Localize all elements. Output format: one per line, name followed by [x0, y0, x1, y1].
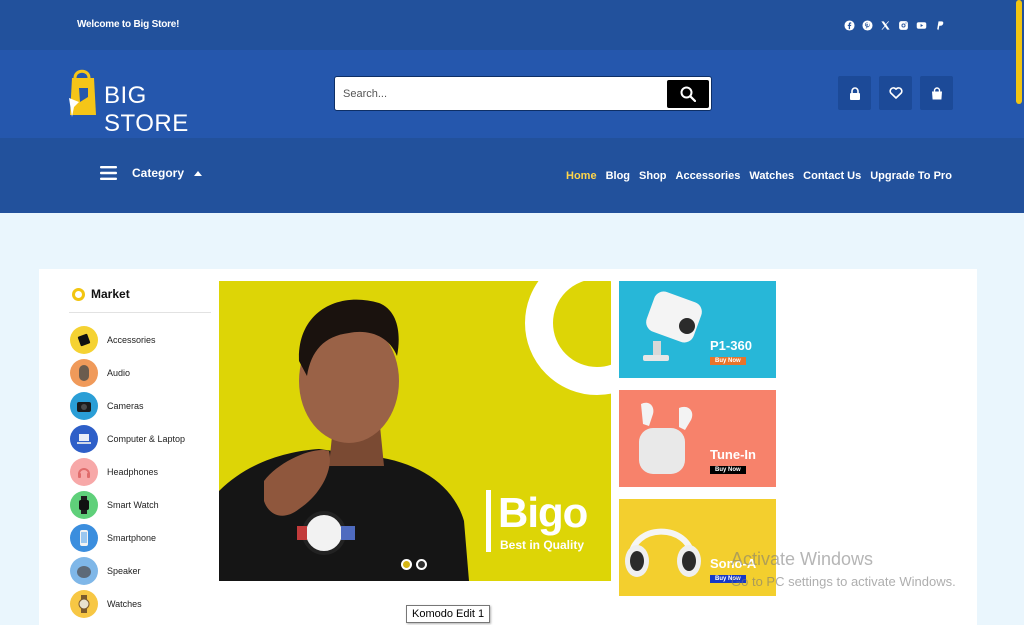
- main-navigation: Category Home Blog Shop Accessories Watc…: [0, 138, 1024, 213]
- camera-thumb-icon: [70, 391, 98, 420]
- title-bar-accent: [486, 490, 491, 552]
- market-heading: Market: [72, 287, 130, 301]
- hamburger-menu-icon: [100, 166, 117, 180]
- hero-title: Bigo: [498, 489, 588, 536]
- promo-title: Tune-In: [710, 447, 756, 462]
- promo-title: P1-360: [710, 338, 752, 353]
- bag-icon: [931, 86, 942, 99]
- category-item-computer-laptop[interactable]: Computer & Laptop: [70, 422, 185, 455]
- social-links: [843, 19, 945, 31]
- ring-icon: [72, 287, 85, 301]
- category-label: Smartphone: [107, 532, 157, 543]
- search-input[interactable]: [343, 84, 663, 104]
- category-item-watches[interactable]: Watches: [70, 587, 185, 620]
- category-item-headphones[interactable]: Headphones: [70, 455, 185, 488]
- pinterest-icon[interactable]: [861, 19, 873, 31]
- page-scrollbar[interactable]: [1016, 0, 1022, 104]
- nav-item-accessories[interactable]: Accessories: [676, 170, 741, 182]
- account-button[interactable]: [838, 76, 871, 110]
- category-label: Audio: [107, 367, 131, 378]
- cart-button[interactable]: [920, 76, 953, 110]
- taskbar-tooltip: Komodo Edit 1: [406, 605, 491, 623]
- category-label: Category: [132, 166, 185, 180]
- category-item-speaker[interactable]: Speaker: [70, 554, 185, 587]
- divider: [69, 312, 211, 313]
- category-label: Accessories: [107, 334, 156, 345]
- earbuds-image: [639, 402, 693, 474]
- header-actions: [838, 76, 953, 110]
- nav-item-home[interactable]: Home: [566, 170, 597, 182]
- heart-icon: [888, 87, 903, 99]
- smartwatch-thumb-icon: [70, 490, 98, 519]
- hero-slider[interactable]: Bigo Best in Quality: [219, 281, 611, 581]
- main-content: Market Accessories Audio Cameras Compute…: [39, 269, 977, 625]
- category-label: Computer & Laptop: [107, 433, 186, 444]
- promo-card-p1-360[interactable]: P1-360 Buy Now: [619, 281, 776, 378]
- security-camera-image: [643, 291, 702, 361]
- search-button[interactable]: [667, 80, 709, 108]
- category-item-audio[interactable]: Audio: [70, 356, 185, 389]
- category-item-smart-watch[interactable]: Smart Watch: [70, 488, 185, 521]
- watch-thumb-icon: [70, 589, 98, 618]
- nav-menu: Home Blog Shop Accessories Watches Conta…: [566, 170, 952, 182]
- site-header: BIG STORE: [0, 50, 1024, 138]
- youtube-icon[interactable]: [915, 19, 927, 31]
- paypal-icon[interactable]: [933, 19, 945, 31]
- accessories-thumb-icon: [70, 325, 98, 354]
- slider-dot-2[interactable]: [416, 559, 427, 570]
- hero-subtitle: Best in Quality: [500, 538, 585, 552]
- speaker-thumb-icon: [70, 556, 98, 585]
- category-item-cameras[interactable]: Cameras: [70, 389, 185, 422]
- category-label: Cameras: [107, 400, 144, 411]
- headphones-thumb-icon: [70, 457, 98, 486]
- search-icon: [680, 86, 696, 102]
- activation-watermark-title: Activate Windows: [731, 549, 874, 569]
- site-logo[interactable]: BIG STORE: [66, 64, 226, 137]
- smartphone-thumb-icon: [70, 523, 98, 552]
- lock-icon: [849, 86, 860, 100]
- wishlist-button[interactable]: [879, 76, 912, 110]
- laptop-thumb-icon: [70, 424, 98, 453]
- buy-now-button[interactable]: Buy Now: [710, 357, 746, 365]
- instagram-icon[interactable]: [897, 19, 909, 31]
- x-icon[interactable]: [879, 19, 891, 31]
- caret-up-icon: [194, 170, 203, 176]
- market-title: Market: [91, 287, 130, 301]
- nav-item-contact-us[interactable]: Contact Us: [803, 170, 861, 182]
- activation-watermark-text: Go to PC settings to activate Windows.: [731, 574, 956, 589]
- nav-item-upgrade-to-pro[interactable]: Upgrade To Pro: [870, 170, 952, 182]
- brand-name: BIG STORE: [104, 82, 189, 137]
- category-item-smartphone[interactable]: Smartphone: [70, 521, 185, 554]
- category-label: Headphones: [107, 466, 159, 477]
- audio-thumb-icon: [70, 358, 98, 387]
- category-toggle[interactable]: Category: [100, 166, 203, 180]
- category-label: Speaker: [107, 565, 141, 576]
- promo-card-tune-in[interactable]: Tune-In Buy Now: [619, 390, 776, 487]
- top-bar: Welcome to Big Store!: [0, 0, 1024, 50]
- facebook-icon[interactable]: [843, 19, 855, 31]
- nav-item-blog[interactable]: Blog: [606, 170, 630, 182]
- welcome-text: Welcome to Big Store!: [77, 19, 180, 30]
- category-label: Watches: [107, 598, 142, 609]
- buy-now-button[interactable]: Buy Now: [710, 466, 746, 474]
- category-list: Accessories Audio Cameras Computer & Lap…: [70, 323, 185, 620]
- category-label: Smart Watch: [107, 499, 159, 510]
- search-bar: [334, 76, 712, 111]
- slider-dots: [401, 559, 427, 570]
- slider-dot-1[interactable]: [401, 559, 412, 570]
- nav-item-shop[interactable]: Shop: [639, 170, 667, 182]
- headphones-image: [625, 528, 701, 577]
- nav-item-watches[interactable]: Watches: [749, 170, 794, 182]
- shopping-bag-logo-icon: [69, 69, 96, 117]
- category-item-accessories[interactable]: Accessories: [70, 323, 185, 356]
